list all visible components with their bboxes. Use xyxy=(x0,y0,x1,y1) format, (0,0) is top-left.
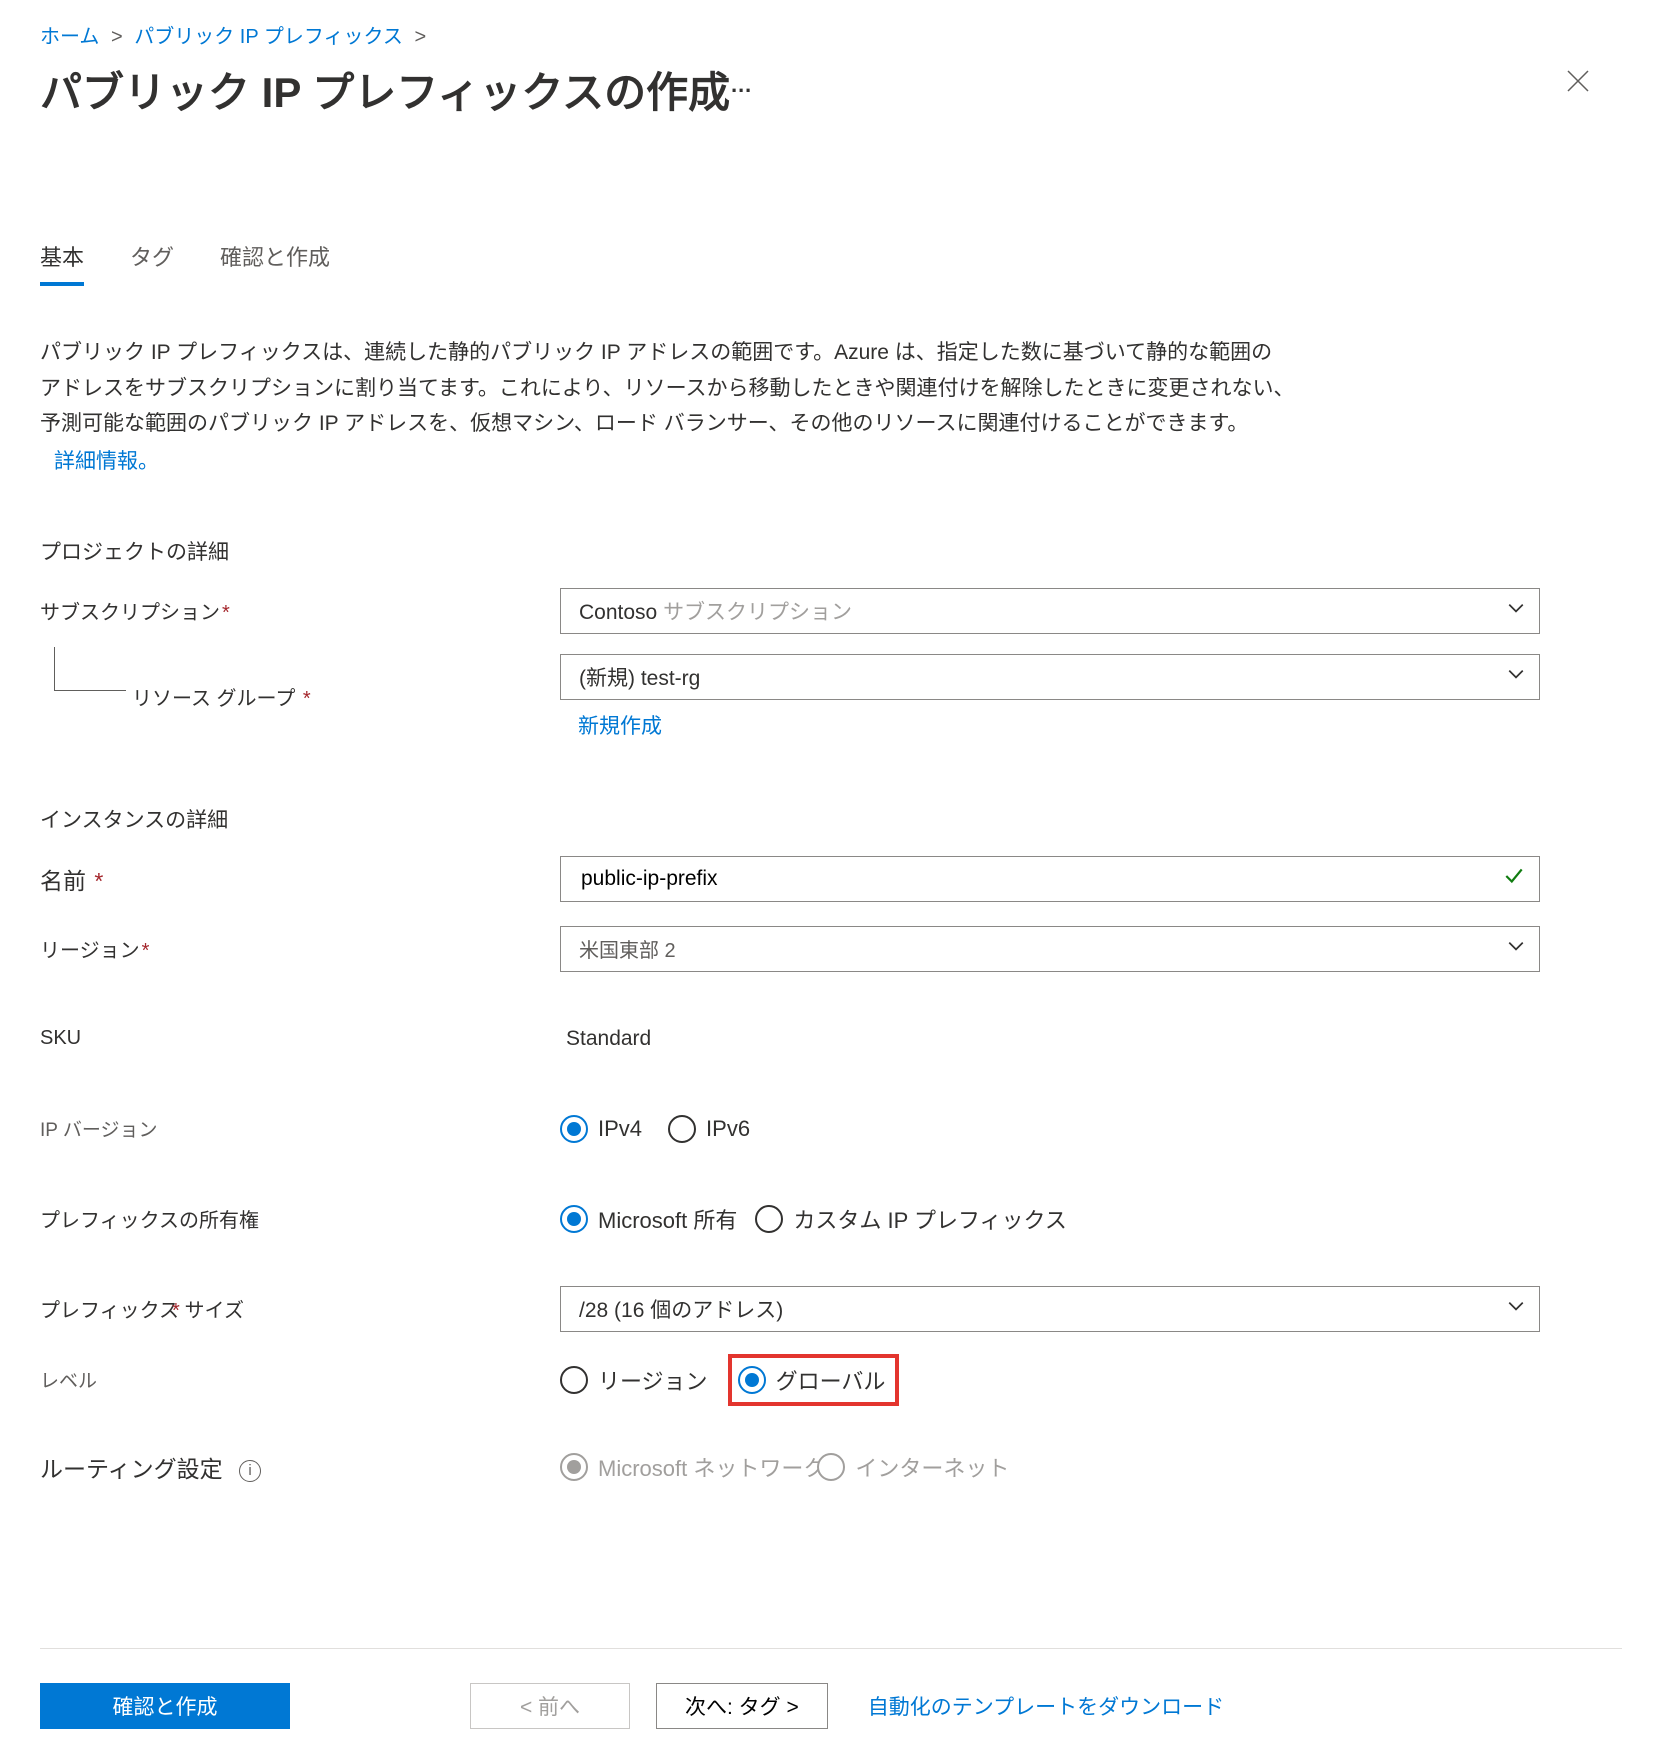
sku-value: Standard xyxy=(560,1021,1622,1057)
learn-more-link[interactable]: 詳細情報。 xyxy=(54,444,1520,480)
previous-button: < 前へ xyxy=(470,1683,630,1729)
tab-review[interactable]: 確認と作成 xyxy=(220,240,330,286)
radio-custom-prefix[interactable]: カスタム IP プレフィックス xyxy=(755,1203,1067,1235)
resource-group-dropdown[interactable]: (新規) test-rg xyxy=(560,654,1540,700)
label-routing: ルーティング設定 i xyxy=(40,1450,560,1484)
breadcrumb-home[interactable]: ホーム xyxy=(40,26,99,48)
create-new-rg-link[interactable]: 新規作成 xyxy=(578,710,662,740)
label-sku: SKU xyxy=(40,1027,560,1050)
region-dropdown[interactable]: 米国東部 2 xyxy=(560,926,1540,972)
info-icon[interactable]: i xyxy=(239,1460,261,1482)
check-icon xyxy=(1503,865,1525,893)
close-button[interactable] xyxy=(1554,63,1602,105)
chevron-down-icon xyxy=(1507,1297,1525,1321)
chevron-down-icon xyxy=(1507,665,1525,689)
radio-ipv6[interactable]: IPv6 xyxy=(668,1115,750,1143)
chevron-down-icon xyxy=(1507,599,1525,623)
tree-connector-icon xyxy=(54,647,126,691)
radio-ms-owned[interactable]: Microsoft 所有 xyxy=(560,1203,737,1235)
label-level: レベル xyxy=(40,1366,560,1393)
name-input[interactable] xyxy=(579,866,1495,892)
chevron-down-icon xyxy=(1507,937,1525,961)
footer: 確認と作成 < 前へ 次へ: タグ > 自動化のテンプレートをダウンロード xyxy=(40,1648,1622,1738)
breadcrumb-sep-1: > xyxy=(111,26,123,48)
breadcrumb-prefixes[interactable]: パブリック IP プレフィックス xyxy=(134,26,403,48)
label-ip-version: IP バージョン xyxy=(40,1115,560,1142)
subscription-dropdown[interactable]: Contoso サブスクリプション xyxy=(560,588,1540,634)
next-button[interactable]: 次へ: タグ > xyxy=(656,1683,828,1729)
breadcrumb-sep-2: > xyxy=(414,26,426,48)
radio-ipv4[interactable]: IPv4 xyxy=(560,1115,642,1143)
label-prefix-size: プレフィックス サイズ* xyxy=(40,1294,560,1323)
tabs: 基本 タグ 確認と作成 xyxy=(40,240,1622,287)
page-title: パブリック IP プレフィックスの作成… xyxy=(40,59,753,120)
label-region: リージョン* xyxy=(40,934,560,963)
review-create-button[interactable]: 確認と作成 xyxy=(40,1683,290,1729)
name-input-wrapper xyxy=(560,856,1540,902)
radio-routing-ms: Microsoft ネットワーク xyxy=(560,1451,825,1483)
label-ownership: プレフィックスの所有権 xyxy=(40,1204,560,1233)
label-resource-group: リソース グループ * xyxy=(40,682,560,711)
radio-level-region[interactable]: リージョン xyxy=(560,1364,708,1396)
highlight-global: グローバル xyxy=(728,1354,900,1406)
radio-routing-internet: インターネット xyxy=(817,1451,1009,1483)
section-project-details: プロジェクトの詳細 xyxy=(40,536,1622,566)
description: パブリック IP プレフィックスは、連続した静的パブリック IP アドレスの範囲… xyxy=(40,335,1520,480)
tab-tags[interactable]: タグ xyxy=(130,240,174,286)
section-instance-details: インスタンスの詳細 xyxy=(40,804,1622,834)
radio-level-global[interactable]: グローバル xyxy=(738,1364,886,1396)
download-template-link[interactable]: 自動化のテンプレートをダウンロード xyxy=(868,1691,1224,1721)
breadcrumb: ホーム > パブリック IP プレフィックス > xyxy=(40,20,1622,49)
label-name: 名前 * xyxy=(40,862,560,896)
label-subscription: サブスクリプション* xyxy=(40,596,560,625)
tab-basics[interactable]: 基本 xyxy=(40,240,84,286)
prefix-size-dropdown[interactable]: /28 (16 個のアドレス) xyxy=(560,1286,1540,1332)
close-icon xyxy=(1564,67,1592,95)
